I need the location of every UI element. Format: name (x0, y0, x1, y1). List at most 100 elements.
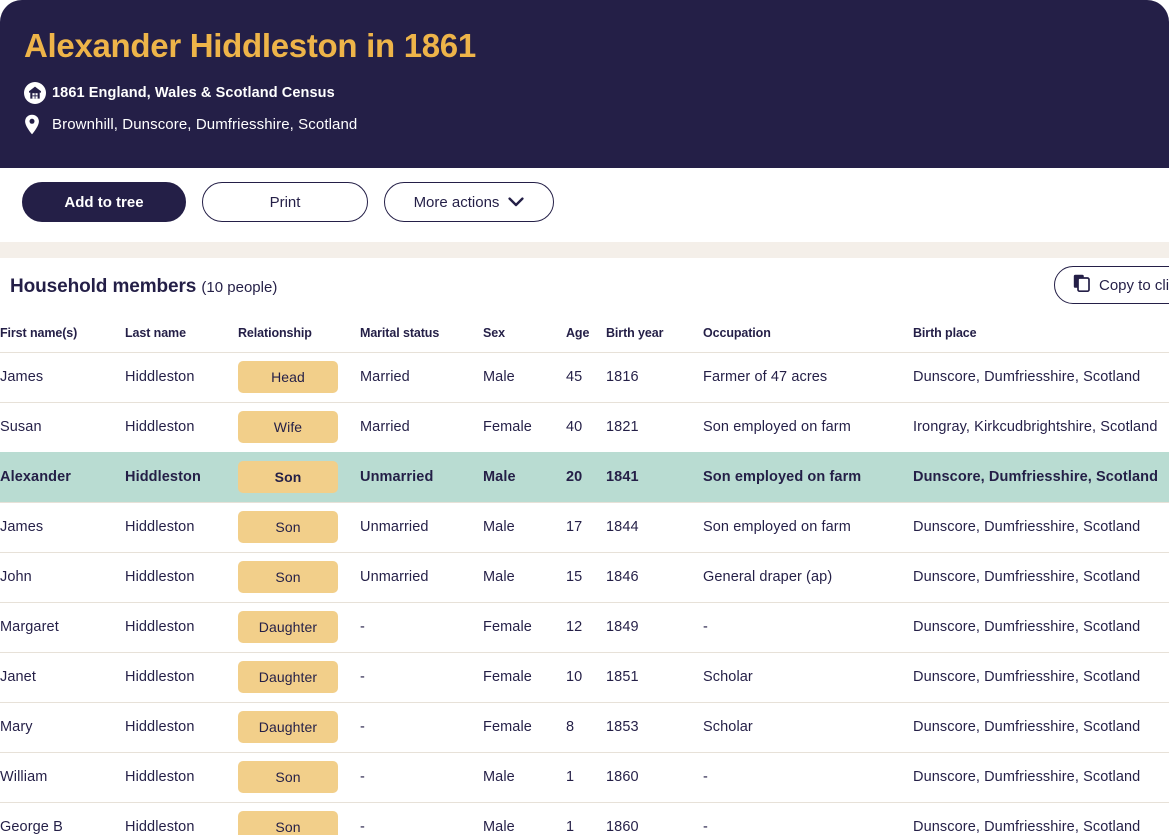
cell-first: George B (0, 801, 125, 835)
table-row[interactable]: Janet Hiddleston Daughter - Female 10 1851 Scho… (0, 651, 1169, 702)
cell-age: 12 (566, 601, 606, 652)
cell-relationship: Daughter (238, 651, 360, 702)
cell-birth-year: 1816 (606, 351, 703, 402)
cell-occupation: Farmer of 47 acres (703, 351, 913, 402)
cell-birth-year: 1853 (606, 701, 703, 752)
cell-occupation: General draper (ap) (703, 551, 913, 602)
location-pin-icon (24, 114, 52, 135)
cell-relationship: Son (238, 801, 360, 835)
table-row[interactable]: James Hiddleston Son Unmarried Male 17 1844 Son… (0, 501, 1169, 552)
cell-first: Susan (0, 401, 125, 452)
cell-sex: Male (483, 751, 566, 802)
cell-marital: Unmarried (360, 501, 483, 552)
cell-birth-year: 1851 (606, 651, 703, 702)
household-count: (10 people) (201, 279, 278, 296)
cell-occupation: Scholar (703, 651, 913, 702)
table-row[interactable]: John Hiddleston Son Unmarried Male 15 1846 Gene… (0, 551, 1169, 602)
table-row[interactable]: George B Hiddleston Son - Male 1 1860- Dunscore… (0, 801, 1169, 835)
relationship-badge: Son (238, 511, 338, 543)
table-row[interactable]: Mary Hiddleston Daughter - Female 8 1853 Schola… (0, 701, 1169, 752)
cell-relationship: Son (238, 451, 360, 502)
cell-age: 20 (566, 451, 606, 502)
column-header-birth-year: Birth year (606, 325, 664, 340)
cell-birth-place: Dunscore, Dumfriesshire, Scotland (913, 651, 1169, 702)
cell-last: Hiddleston (125, 451, 238, 502)
cell-marital: Married (360, 401, 483, 452)
cell-marital: - (360, 601, 483, 652)
cell-first: John (0, 551, 125, 602)
cell-first: William (0, 751, 125, 802)
cell-marital: - (360, 651, 483, 702)
cell-birth-place: Dunscore, Dumfriesshire, Scotland (913, 551, 1169, 602)
table-row[interactable]: Margaret Hiddleston Daughter - Female 12 1849-… (0, 601, 1169, 652)
cell-occupation: Scholar (703, 701, 913, 752)
cell-birth-place: Dunscore, Dumfriesshire, Scotland (913, 801, 1169, 835)
cell-sex: Male (483, 351, 566, 402)
cell-sex: Female (483, 601, 566, 652)
household-title-text: Household members (10, 276, 197, 297)
cell-last: Hiddleston (125, 501, 238, 552)
cell-marital: - (360, 751, 483, 802)
cell-birth-place: Dunscore, Dumfriesshire, Scotland (913, 601, 1169, 652)
cell-occupation: Son employed on farm (703, 451, 913, 502)
table-row[interactable]: Alexander Hiddleston Son Unmarried Male 20 184… (0, 451, 1169, 502)
cell-last: Hiddleston (125, 401, 238, 452)
cell-birth-place: Dunscore, Dumfriesshire, Scotland (913, 751, 1169, 802)
cell-age: 45 (566, 351, 606, 402)
print-button[interactable]: Print (202, 182, 368, 222)
cell-sex: Female (483, 651, 566, 702)
cell-last: Hiddleston (125, 751, 238, 802)
more-actions-button[interactable]: More actions (384, 182, 554, 222)
cell-relationship: Head (238, 351, 360, 402)
cell-relationship: Wife (238, 401, 360, 452)
cell-last: Hiddleston (125, 601, 238, 652)
copy-to-clipboard-button[interactable]: Copy to clipboard (1054, 266, 1169, 304)
action-bar: Add to tree Print More actions (0, 168, 1169, 242)
cell-sex: Male (483, 551, 566, 602)
cell-birth-year: 1846 (606, 551, 703, 602)
cell-age: 40 (566, 401, 606, 452)
add-to-tree-button[interactable]: Add to tree (22, 182, 186, 222)
cell-first: Alexander (0, 451, 125, 502)
cell-occupation: Son employed on farm (703, 401, 913, 452)
cell-sex: Male (483, 501, 566, 552)
cell-age: 10 (566, 651, 606, 702)
cell-relationship: Son (238, 751, 360, 802)
cell-occupation: - (703, 601, 913, 652)
cell-relationship: Son (238, 551, 360, 602)
table-header: First name(s) Last name Relationship Mar… (0, 320, 1169, 352)
table-row[interactable]: Susan Hiddleston Wife Married Female 40 1821 So… (0, 401, 1169, 452)
household-table-wrap: First name(s) Last name Relationship Mar… (0, 320, 1169, 835)
column-header-first-name: First name(s) (0, 325, 78, 340)
table-row[interactable]: James Hiddleston Head Married Male 45 1816 Farm… (0, 351, 1169, 402)
cell-marital: Unmarried (360, 451, 483, 502)
cell-birth-place: Dunscore, Dumfriesshire, Scotland (913, 701, 1169, 752)
cell-first: Margaret (0, 601, 125, 652)
relationship-badge: Daughter (238, 711, 338, 743)
cell-age: 1 (566, 751, 606, 802)
cell-age: 8 (566, 701, 606, 752)
cell-marital: - (360, 701, 483, 752)
cell-birth-year: 1860 (606, 751, 703, 802)
household-header: Household members (10 people) (0, 258, 1169, 320)
column-header-birth-place: Birth place (913, 325, 977, 340)
cell-relationship: Daughter (238, 601, 360, 652)
cell-birth-year: 1844 (606, 501, 703, 552)
column-header-marital-status: Marital status (360, 325, 440, 340)
cell-relationship: Son (238, 501, 360, 552)
record-header: Alexander Hiddleston in 1861 1861 Englan… (0, 0, 1169, 168)
cell-last: Hiddleston (125, 801, 238, 835)
relationship-badge: Head (238, 361, 338, 393)
cell-first: Mary (0, 701, 125, 752)
table-row[interactable]: William Hiddleston Son - Male 1 1860- Dunscore,… (0, 751, 1169, 802)
relationship-badge: Son (238, 461, 338, 493)
cell-marital: Married (360, 351, 483, 402)
page-title: Alexander Hiddleston in 1861 (24, 27, 476, 64)
copy-to-clipboard-label: Copy to clipboard (1099, 276, 1169, 294)
relationship-badge: Son (238, 561, 338, 593)
cell-sex: Male (483, 801, 566, 835)
cell-relationship: Daughter (238, 701, 360, 752)
column-header-age: Age (566, 325, 590, 340)
column-header-relationship: Relationship (238, 325, 312, 340)
cell-last: Hiddleston (125, 701, 238, 752)
